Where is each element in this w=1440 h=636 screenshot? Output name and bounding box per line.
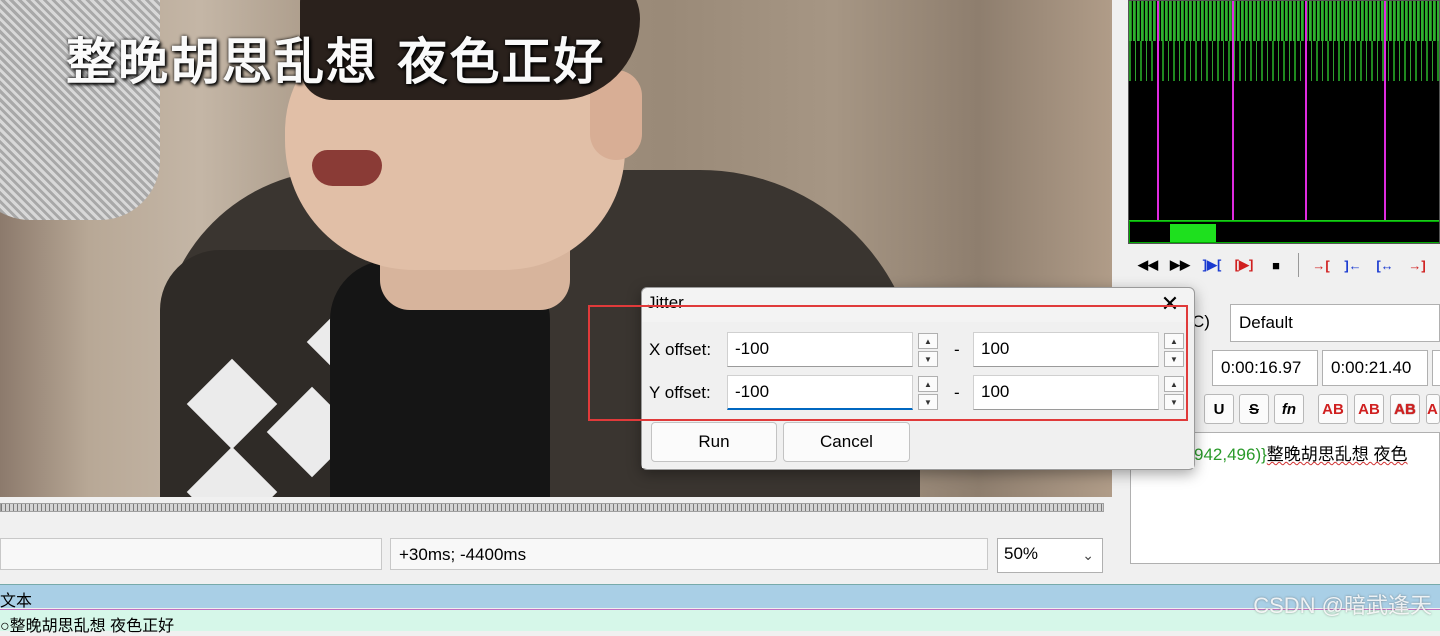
grid-row[interactable]: ○整晚胡思乱想 夜色正好 — [0, 609, 1440, 635]
zoom-select[interactable]: 50% ⌄ — [997, 538, 1103, 573]
grid-header: 文本 — [0, 584, 1440, 610]
outline-color-button[interactable]: AB — [1390, 394, 1420, 424]
underline-button[interactable]: U — [1204, 394, 1234, 424]
play-selection-icon[interactable]: [▶] — [1230, 252, 1258, 278]
end-time-field[interactable]: 0:00:21.40 — [1322, 350, 1428, 386]
audio-scrollbar[interactable] — [1129, 221, 1439, 243]
audio-marker — [1384, 1, 1386, 221]
secondary-color-button[interactable]: AB — [1354, 394, 1384, 424]
audio-toolbar: ◀◀ ▶▶ ]▶[ [▶] ■ →[ ]← [↔ →] — [1128, 250, 1440, 280]
video-time-field[interactable] — [0, 538, 382, 570]
play-first-icon[interactable]: [↔ — [1371, 252, 1399, 278]
chevron-down-icon: ⌄ — [1082, 547, 1094, 563]
rewind-icon[interactable]: ◀◀ — [1134, 252, 1162, 278]
cancel-button[interactable]: Cancel — [783, 422, 910, 462]
audio-marker — [1157, 1, 1159, 221]
shadow-color-button[interactable]: A — [1426, 394, 1440, 424]
waveform-tail — [1129, 41, 1439, 81]
play-before-icon[interactable]: →[ — [1307, 252, 1335, 278]
audio-marker — [1305, 1, 1307, 221]
grid-row-text: 整晚胡思乱想 夜色正好 — [9, 618, 175, 635]
start-time-field[interactable]: 0:00:16.97 — [1212, 350, 1318, 386]
duration-field[interactable] — [1432, 350, 1440, 386]
subtitle-edit-body: 整晚胡思乱想 夜色 — [1266, 445, 1408, 464]
font-button[interactable]: fn — [1274, 394, 1304, 424]
run-button[interactable]: Run — [651, 422, 777, 462]
play-after-start-icon[interactable]: ]← — [1339, 252, 1367, 278]
audio-scroll-thumb[interactable] — [1170, 224, 1216, 242]
watermark: CSDN @暗武逢天 — [1253, 593, 1432, 618]
play-selection-end-icon[interactable]: ]▶[ — [1198, 252, 1226, 278]
seek-bar[interactable] — [0, 503, 1104, 512]
forward-icon[interactable]: ▶▶ — [1166, 252, 1194, 278]
strikeout-button[interactable]: S — [1239, 394, 1269, 424]
stop-icon[interactable]: ■ — [1262, 252, 1290, 278]
audio-marker — [1232, 1, 1234, 221]
zoom-value: 50% — [1004, 544, 1039, 563]
override-tag: 942,496)} — [1194, 445, 1267, 464]
audio-waveform[interactable] — [1128, 0, 1440, 244]
toolbar-separator — [1298, 253, 1299, 277]
row-marker-icon: ○ — [0, 618, 10, 635]
video-subtitle: 整晚胡思乱想 夜色正好 — [66, 32, 606, 91]
video-offset-field: +30ms; -4400ms — [390, 538, 988, 570]
subtitle-edit-text: 942,496)}整晚胡思乱想 夜色 — [1194, 440, 1408, 465]
style-select[interactable]: Default — [1230, 304, 1440, 342]
annotation-highlight — [588, 305, 1188, 421]
play-last-icon[interactable]: →] — [1403, 252, 1431, 278]
primary-color-button[interactable]: AB — [1318, 394, 1348, 424]
mouth-image — [312, 150, 382, 186]
grid-column-text[interactable]: 文本 — [0, 593, 32, 610]
